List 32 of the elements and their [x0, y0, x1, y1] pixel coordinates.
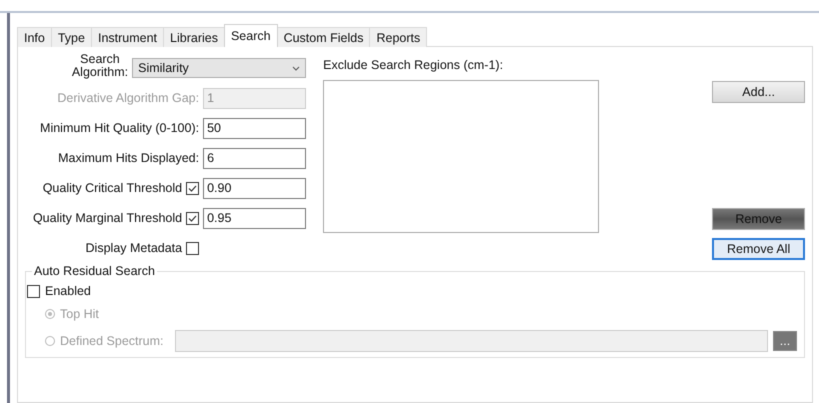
remove-button[interactable]: Remove All: [712, 238, 805, 260]
field-label: Display Metadata: [86, 241, 182, 255]
input-field[interactable]: 6: [203, 148, 306, 168]
input-field[interactable]: 0.90: [203, 178, 306, 198]
tab[interactable]: Info: [17, 27, 52, 47]
browse-button[interactable]: ...: [773, 331, 797, 351]
tab[interactable]: Instrument: [90, 27, 164, 47]
checkbox[interactable]: [186, 212, 200, 224]
tab[interactable]: Search: [224, 24, 278, 47]
tab[interactable]: Reports: [369, 27, 428, 47]
tab[interactable]: Libraries: [163, 27, 225, 47]
field-label: Search Algorithm:: [72, 53, 128, 79]
algorithm-dropdown[interactable]: Similarity: [132, 58, 306, 78]
add-button[interactable]: Add...: [712, 81, 805, 103]
list-label: Exclude Search Regions (cm-1):: [323, 58, 504, 72]
radio-label: Defined Spectrum:: [60, 334, 164, 348]
field-label: Quality Critical Threshold: [42, 181, 182, 195]
group-title: Auto Residual Search: [33, 264, 156, 278]
tab[interactable]: Custom Fields: [276, 27, 370, 47]
field-label: Quality Marginal Threshold: [32, 211, 182, 225]
field-label: Maximum Hits Displayed:: [58, 151, 200, 165]
input-field[interactable]: 0.95: [203, 208, 306, 228]
field-label: Derivative Algorithm Gap:: [57, 91, 200, 105]
checkbox[interactable]: [186, 242, 200, 254]
checkbox-label: Enabled: [45, 284, 91, 298]
field-label: Minimum Hit Quality (0-100):: [40, 121, 200, 135]
radio-label: Top Hit: [60, 307, 99, 321]
checkbox[interactable]: [27, 284, 40, 298]
tab[interactable]: Type: [50, 27, 92, 47]
chevron-icon: [292, 66, 300, 70]
input-field[interactable]: 50: [203, 118, 306, 138]
checkbox[interactable]: [186, 182, 200, 194]
